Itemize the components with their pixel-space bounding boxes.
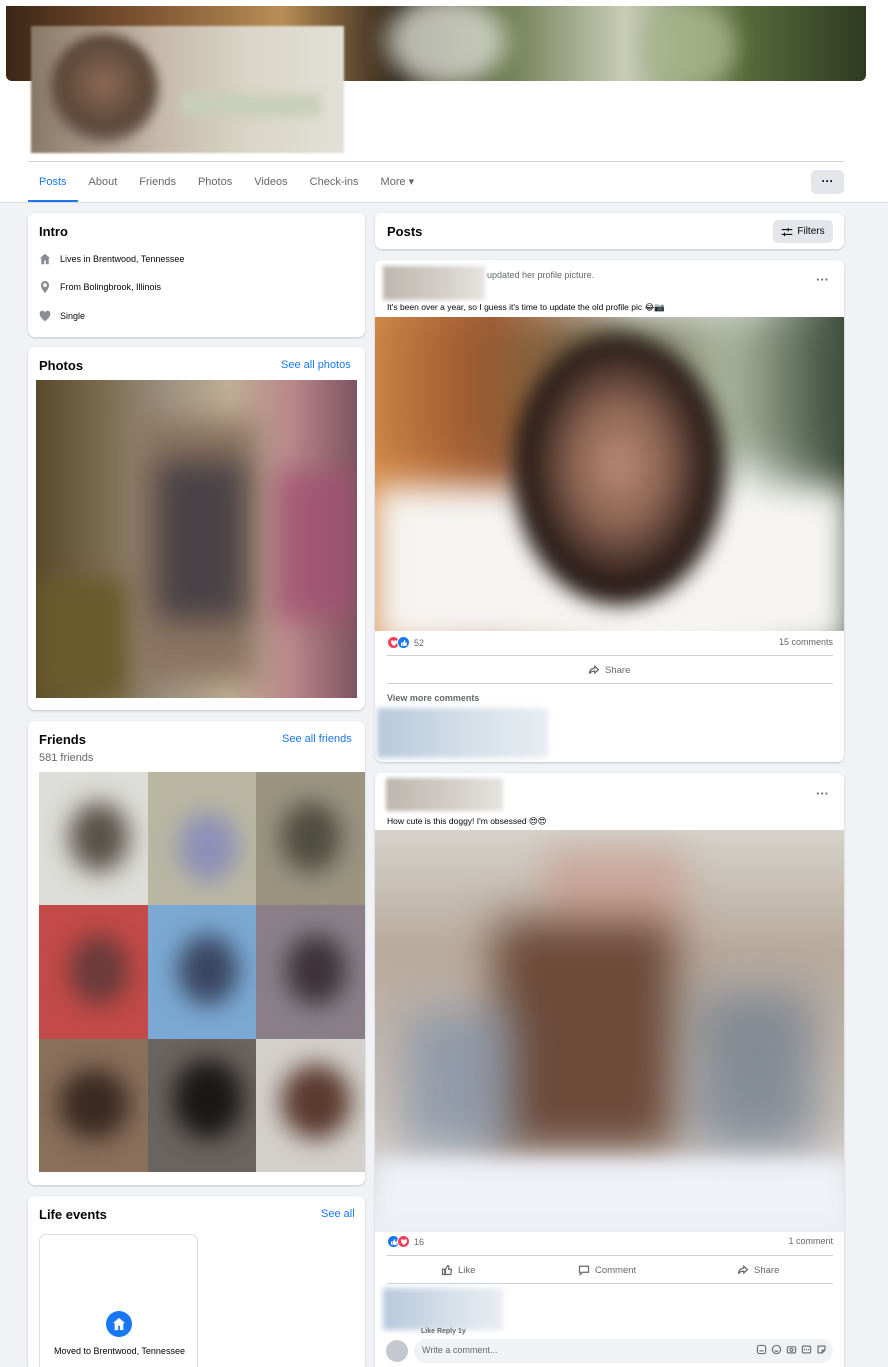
life-event-text: Moved to Brentwood, Tennessee bbox=[54, 1346, 185, 1356]
friends-title: Friends bbox=[39, 732, 86, 747]
tab-more[interactable]: More ▾ bbox=[370, 162, 426, 202]
divider bbox=[387, 683, 833, 684]
post-options-button[interactable]: ··· bbox=[816, 786, 829, 801]
profile-more-button[interactable]: ··· bbox=[811, 170, 844, 194]
emoji-icon[interactable] bbox=[771, 1344, 782, 1355]
profile-avatar[interactable] bbox=[49, 34, 159, 144]
profile-header: Posts About Friends Photos Videos Check-… bbox=[0, 0, 888, 203]
gif-icon[interactable] bbox=[801, 1344, 812, 1355]
filters-button[interactable]: Filters bbox=[773, 220, 833, 243]
see-all-friends-link[interactable]: See all friends bbox=[282, 733, 352, 745]
heart-icon bbox=[39, 310, 51, 322]
post-author-redacted[interactable] bbox=[383, 266, 485, 300]
post-text: It's been over a year, so I guess it's t… bbox=[387, 302, 665, 312]
photo-thumbnail[interactable] bbox=[36, 380, 357, 698]
home-icon bbox=[39, 253, 51, 265]
filters-icon bbox=[782, 227, 793, 236]
friends-count: 581 friends bbox=[39, 752, 94, 764]
post-card: ··· How cute is this doggy! I'm obsessed… bbox=[375, 773, 844, 1367]
life-events-card: Life events See all Moved to Brentwood, … bbox=[28, 1196, 365, 1367]
reactions-summary[interactable]: 52 bbox=[387, 636, 424, 649]
friend-tile[interactable] bbox=[256, 905, 365, 1039]
comment-icon bbox=[578, 1265, 590, 1276]
share-button[interactable]: Share bbox=[737, 1264, 779, 1276]
divider bbox=[387, 1255, 833, 1256]
friend-tile[interactable] bbox=[147, 1038, 257, 1172]
friend-tile[interactable] bbox=[39, 905, 148, 1039]
friend-tile[interactable] bbox=[256, 1038, 365, 1172]
post-action-text: updated her profile picture. bbox=[487, 270, 595, 280]
tab-photos[interactable]: Photos bbox=[187, 162, 243, 202]
profile-info-redacted bbox=[31, 26, 344, 153]
comment-button[interactable]: Comment bbox=[578, 1264, 636, 1276]
post-image[interactable] bbox=[375, 830, 844, 1232]
post-options-button[interactable]: ··· bbox=[816, 272, 829, 287]
intro-card: Intro Lives in Brentwood, Tennessee From… bbox=[28, 213, 365, 337]
share-icon bbox=[588, 664, 600, 675]
life-events-title: Life events bbox=[39, 1207, 107, 1222]
like-icon bbox=[441, 1264, 453, 1276]
home-icon bbox=[106, 1311, 132, 1337]
comments-count[interactable]: 1 comment bbox=[788, 1236, 833, 1246]
divider bbox=[387, 1283, 833, 1284]
share-icon bbox=[737, 1264, 749, 1275]
tab-videos[interactable]: Videos bbox=[243, 162, 298, 202]
post-card: updated her profile picture. ··· It's be… bbox=[375, 260, 844, 762]
profile-name-redacted bbox=[181, 94, 321, 116]
post-author-redacted[interactable] bbox=[386, 778, 503, 811]
comment-actions[interactable]: Like Reply 1y bbox=[421, 1328, 466, 1335]
view-more-comments-link[interactable]: View more comments bbox=[387, 693, 479, 703]
profile-tabs: Posts About Friends Photos Videos Check-… bbox=[28, 162, 425, 202]
friend-tile[interactable] bbox=[256, 772, 365, 906]
posts-header: Posts Filters bbox=[375, 213, 844, 249]
tab-friends[interactable]: Friends bbox=[128, 162, 187, 202]
post-text: How cute is this doggy! I'm obsessed 😍😍 bbox=[387, 816, 547, 826]
avatar-sticker-icon[interactable] bbox=[756, 1344, 767, 1355]
photos-card: Photos See all photos bbox=[28, 347, 365, 710]
friend-tile[interactable] bbox=[39, 772, 148, 906]
intro-lives-in: Lives in Brentwood, Tennessee bbox=[39, 253, 184, 265]
photos-title: Photos bbox=[39, 358, 84, 373]
see-all-photos-link[interactable]: See all photos bbox=[281, 359, 351, 371]
share-button[interactable]: Share bbox=[588, 664, 630, 676]
tab-checkins[interactable]: Check-ins bbox=[299, 162, 370, 202]
friends-grid bbox=[39, 772, 365, 1172]
sticker-icon[interactable] bbox=[816, 1344, 827, 1355]
avatar bbox=[386, 1340, 408, 1362]
love-reaction-icon bbox=[397, 1235, 410, 1248]
friends-card: Friends See all friends 581 friends bbox=[28, 721, 365, 1185]
friend-tile[interactable] bbox=[39, 1038, 148, 1172]
comment-input[interactable]: Write a comment... bbox=[414, 1339, 833, 1363]
see-all-life-events-link[interactable]: See all bbox=[321, 1208, 355, 1220]
comments-count[interactable]: 15 comments bbox=[779, 637, 833, 647]
comment-redacted bbox=[377, 708, 548, 758]
post-image[interactable] bbox=[375, 317, 844, 631]
lives-in-link[interactable]: Brentwood, Tennessee bbox=[93, 254, 184, 264]
intro-relationship: Single bbox=[39, 310, 85, 322]
reactions-summary[interactable]: 16 bbox=[387, 1235, 424, 1248]
from-link[interactable]: Bolingbrook, Illinois bbox=[84, 282, 162, 292]
tab-about[interactable]: About bbox=[78, 162, 129, 202]
like-reaction-icon bbox=[397, 636, 410, 649]
divider bbox=[387, 655, 833, 656]
intro-from: From Bolingbrook, Illinois bbox=[39, 281, 161, 293]
life-event-item[interactable]: Moved to Brentwood, Tennessee bbox=[39, 1234, 198, 1367]
posts-title: Posts bbox=[387, 224, 423, 239]
friend-tile[interactable] bbox=[147, 905, 257, 1039]
camera-icon[interactable] bbox=[786, 1344, 797, 1355]
intro-title: Intro bbox=[39, 224, 68, 239]
tab-posts[interactable]: Posts bbox=[28, 162, 78, 202]
friend-tile[interactable] bbox=[147, 772, 257, 906]
like-button[interactable]: Like bbox=[441, 1264, 475, 1276]
comment-redacted bbox=[383, 1288, 503, 1330]
location-pin-icon bbox=[40, 281, 50, 293]
